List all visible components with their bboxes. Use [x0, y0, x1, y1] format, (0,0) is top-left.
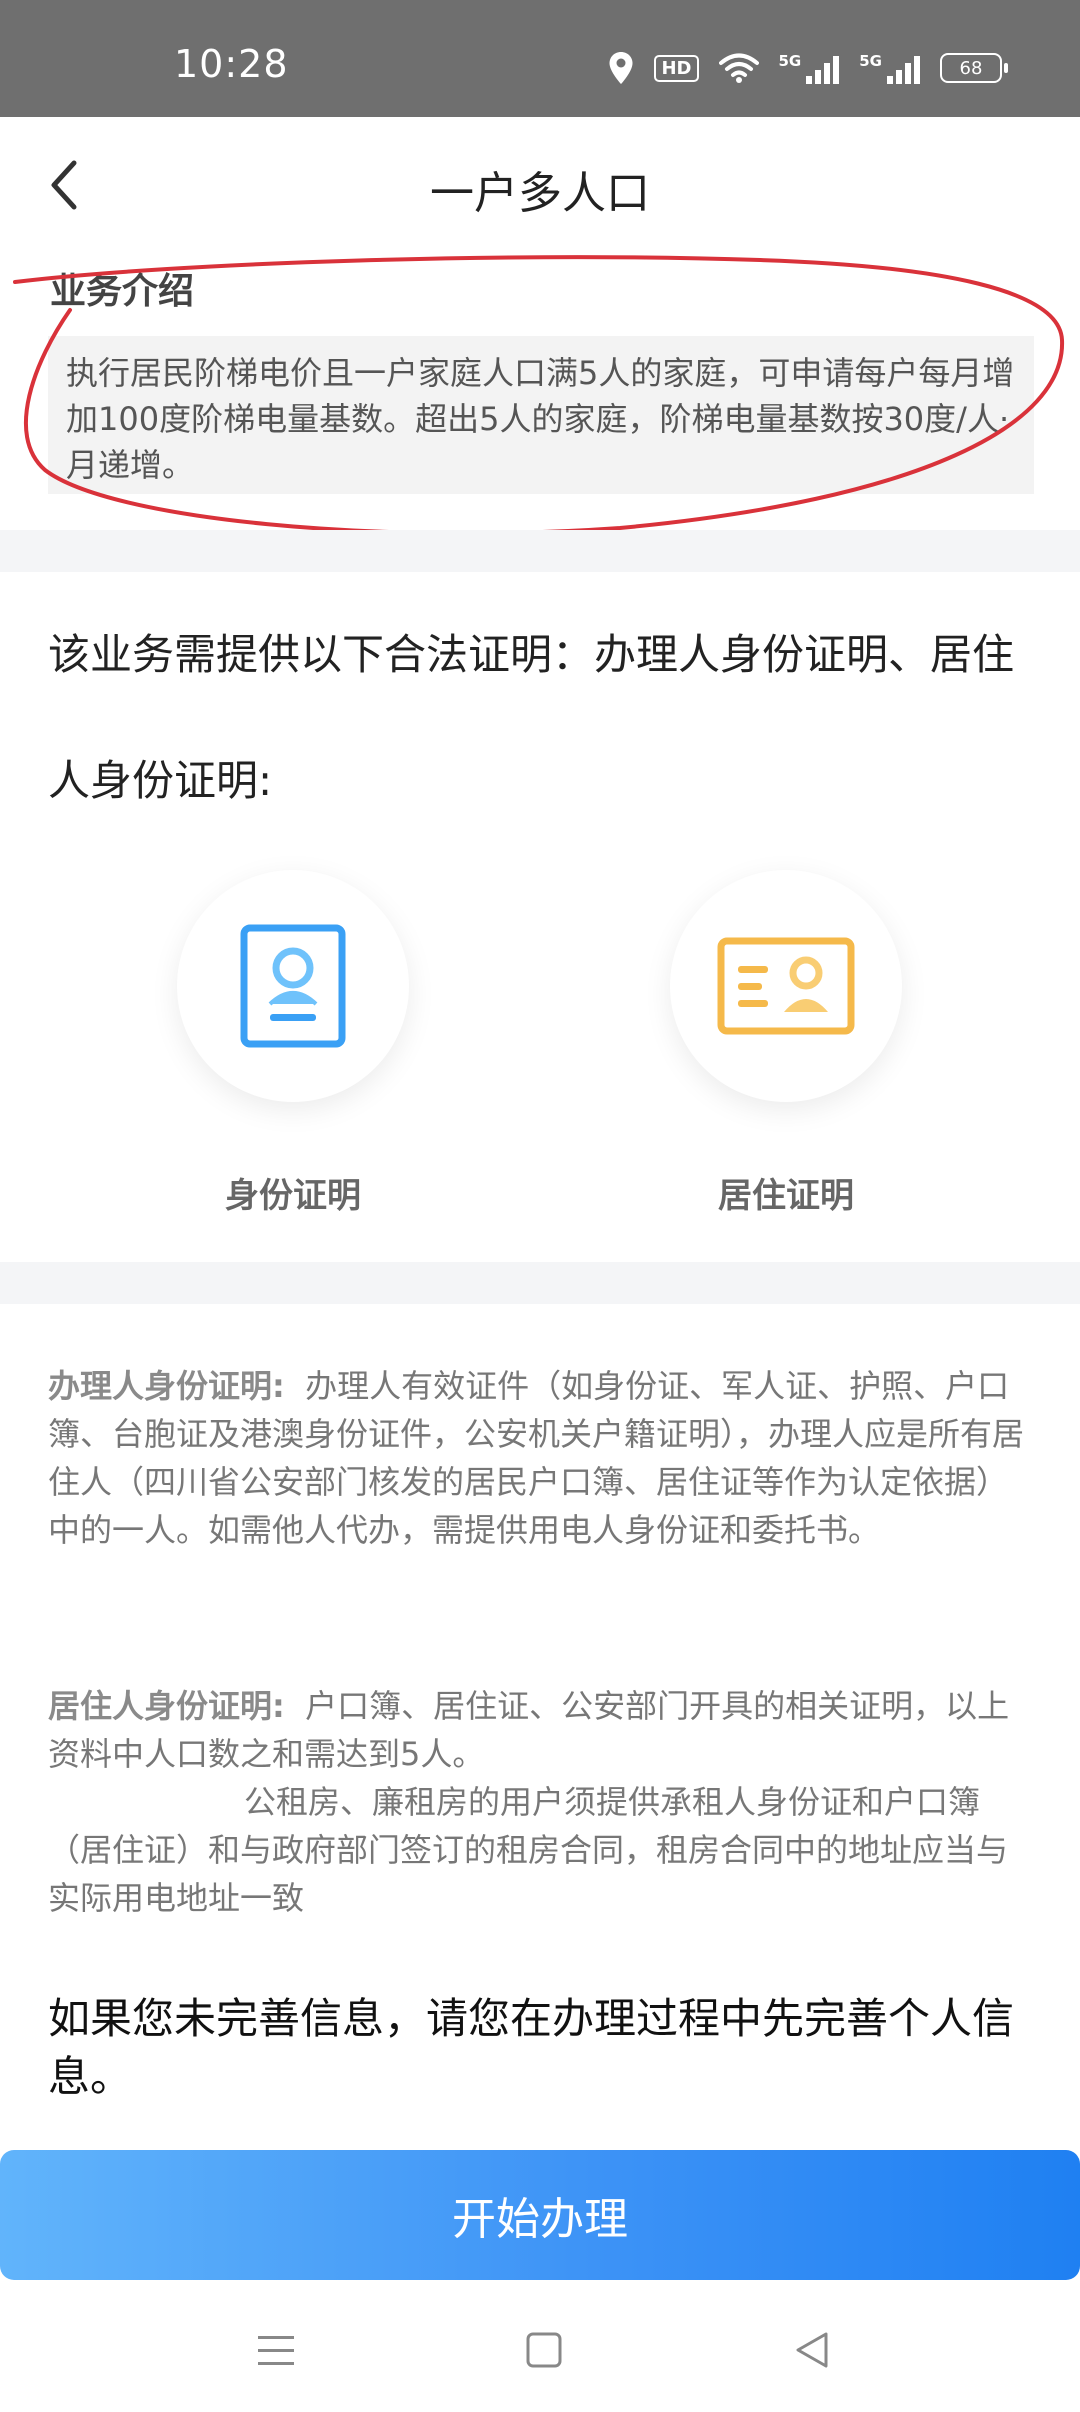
status-bar: 10:28 HD 5G 5G 68: [0, 0, 1080, 117]
resident-proof-key: 居住人身份证明:: [48, 1687, 285, 1725]
wifi-icon: [718, 52, 759, 84]
back-nav-button[interactable]: [782, 2320, 842, 2380]
5g-signal-icon: 5G: [779, 52, 840, 84]
id-card-icon: [240, 924, 346, 1048]
residence-card-icon: [717, 937, 855, 1035]
menu-icon: [258, 2336, 294, 2365]
home-icon: [526, 2332, 562, 2368]
back-triangle-icon: [796, 2332, 828, 2368]
menu-button[interactable]: [246, 2320, 306, 2380]
doc-residence-circle: [670, 870, 902, 1102]
status-icons: HD 5G 5G 68: [608, 48, 1008, 88]
resident-proof-extra: 公租房、廉租房的用户须提供承租人身份证和户口簿（居住证）和与政府部门签订的租房合…: [48, 1783, 1009, 1917]
intro-heading: 业务介绍: [50, 271, 195, 312]
hd-icon: HD: [654, 54, 699, 82]
home-button[interactable]: [514, 2320, 574, 2380]
doc-residence-label: 居住证明: [718, 1176, 854, 1216]
system-nav-bar: [0, 2290, 1080, 2412]
doc-residence[interactable]: 居住证明: [666, 870, 906, 1217]
network-label: 5G: [859, 52, 882, 70]
header: 一户多人口: [0, 117, 1080, 253]
doc-identity-circle: [177, 870, 409, 1102]
section-divider: [0, 1262, 1080, 1304]
battery-icon: 68: [940, 53, 1008, 83]
doc-identity-label: 身份证明: [225, 1176, 361, 1216]
start-button[interactable]: 开始办理: [0, 2150, 1080, 2280]
5g-signal-icon: 5G: [859, 52, 920, 84]
network-label: 5G: [778, 52, 802, 70]
intro-description: 执行居民阶梯电价且一户家庭人口满5人的家庭，可申请每户每月增加100度阶梯电量基…: [48, 336, 1034, 494]
doc-identity[interactable]: 身份证明: [173, 870, 413, 1217]
requirements-text: 该业务需提供以下合法证明：办理人身份证明、居住人身份证明:: [48, 630, 1015, 805]
applicant-proof-key: 办理人身份证明:: [48, 1367, 285, 1405]
location-icon: [608, 51, 634, 85]
section-divider: [0, 530, 1080, 572]
status-time: 10:28: [174, 42, 289, 86]
info-note: 如果您未完善信息，请您在办理过程中先完善个人信息。: [48, 1994, 1015, 2101]
resident-proof-detail: 居住人身份证明: 户口簿、居住证、公安部门开具的相关证明，以上资料中人口数之和需…: [48, 1682, 1028, 1922]
page-title: 一户多人口: [430, 168, 650, 219]
applicant-proof-detail: 办理人身份证明: 办理人有效证件（如身份证、军人证、护照、户口簿、台胞证及港澳身…: [48, 1362, 1028, 1554]
